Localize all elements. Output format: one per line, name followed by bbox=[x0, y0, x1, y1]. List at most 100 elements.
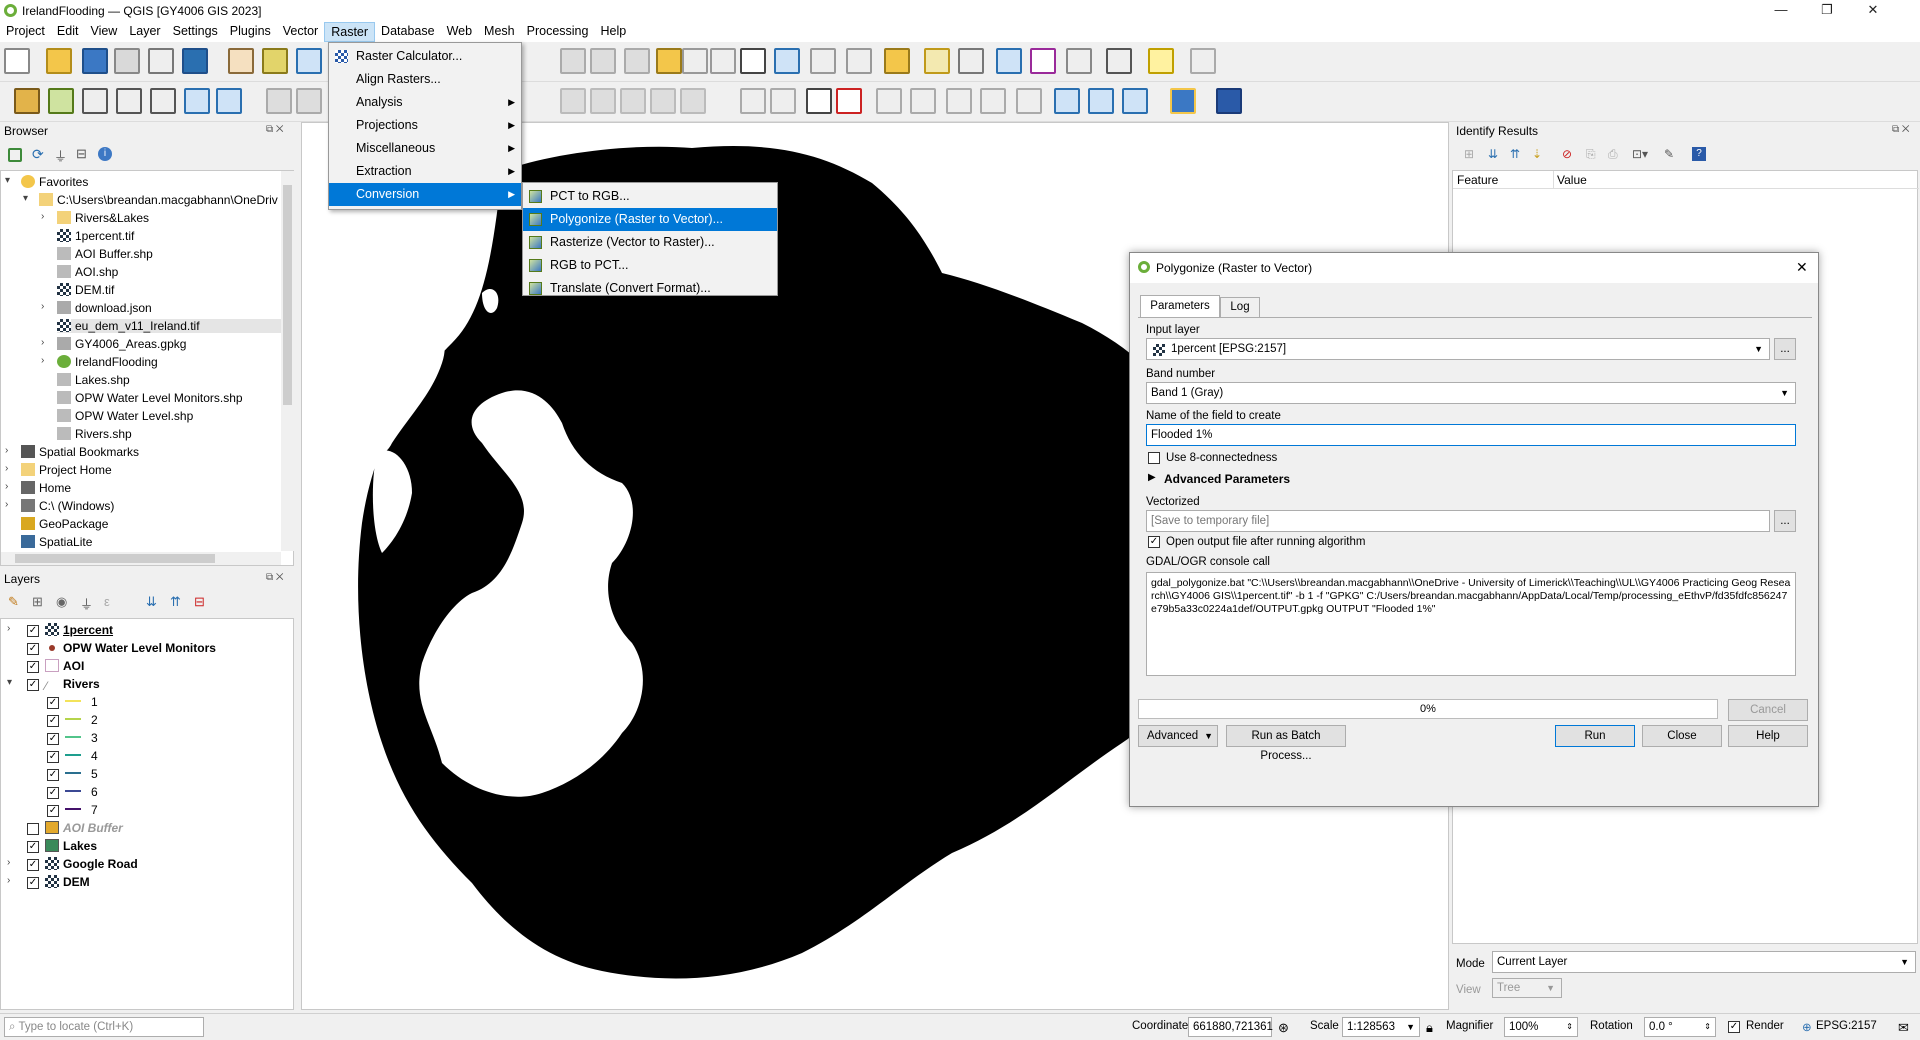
run-button[interactable]: Run bbox=[1555, 725, 1635, 747]
conversion-menu-item[interactable]: Rasterize (Vector to Raster)... bbox=[523, 231, 777, 254]
locator-input[interactable]: ⌕ Type to locate (Ctrl+K) bbox=[4, 1017, 204, 1037]
layer-visibility-checkbox[interactable]: ✓ bbox=[47, 715, 59, 727]
browser-item[interactable]: eu_dem_v11_Ireland.tif bbox=[57, 319, 281, 333]
add-raster-icon[interactable] bbox=[48, 88, 74, 114]
layer-visibility-checkbox[interactable]: ✓ bbox=[47, 733, 59, 745]
new-map-view-icon[interactable] bbox=[710, 48, 736, 74]
eye-icon[interactable]: ◉ bbox=[56, 594, 67, 610]
clear-results-icon[interactable]: ⊘ bbox=[1562, 147, 1572, 161]
advanced-parameters-toggle[interactable]: Advanced Parameters bbox=[1164, 472, 1290, 486]
new-project-icon[interactable] bbox=[4, 48, 30, 74]
browser-item[interactable]: Favorites bbox=[21, 175, 88, 189]
browser-item[interactable]: Rivers.shp bbox=[57, 427, 132, 441]
tab-parameters[interactable]: Parameters bbox=[1140, 295, 1220, 317]
browser-item[interactable]: AOI Buffer.shp bbox=[57, 247, 153, 261]
wms-globe-icon[interactable] bbox=[1122, 88, 1148, 114]
browser-item[interactable]: OPW Water Level Monitors.shp bbox=[57, 391, 243, 405]
filter-expression-icon[interactable]: ε bbox=[104, 594, 110, 609]
tree-expander-icon[interactable]: › bbox=[41, 301, 44, 312]
layer-visibility-checkbox[interactable]: ✓ bbox=[27, 661, 39, 673]
measure-icon[interactable] bbox=[1106, 48, 1132, 74]
browser-item[interactable]: Spatial Bookmarks bbox=[21, 445, 139, 459]
close-window-button[interactable]: ✕ bbox=[1850, 0, 1896, 22]
zoom-next-icon[interactable] bbox=[682, 48, 708, 74]
zoom-selection-icon[interactable] bbox=[624, 48, 650, 74]
raster-menu-item[interactable]: Align Rasters... bbox=[329, 68, 521, 91]
raster-menu-item[interactable]: Analysis ▶ bbox=[329, 91, 521, 114]
layer-visibility-checkbox[interactable]: ✓ bbox=[47, 787, 59, 799]
edit-icon[interactable] bbox=[266, 88, 292, 114]
raster-menu-item[interactable]: Conversion ▶ bbox=[329, 183, 521, 206]
layer-expander-icon[interactable]: ▾ bbox=[7, 677, 12, 688]
style-icon[interactable]: ✎ bbox=[8, 594, 19, 610]
help-button[interactable]: Help bbox=[1728, 725, 1808, 747]
browser-item[interactable]: 1percent.tif bbox=[57, 229, 134, 243]
tree-expander-icon[interactable]: › bbox=[5, 481, 8, 492]
temporal-icon[interactable] bbox=[740, 48, 766, 74]
print-layout-icon[interactable] bbox=[148, 48, 174, 74]
zoom-last-icon[interactable] bbox=[656, 48, 682, 74]
layer-item[interactable]: AOI Buffer bbox=[45, 821, 123, 835]
magnifier-field[interactable]: 100% ⇕ bbox=[1504, 1017, 1578, 1037]
tree-expander-icon[interactable]: › bbox=[5, 463, 8, 474]
add-csv-icon[interactable] bbox=[216, 88, 242, 114]
browser-vertical-scrollbar[interactable] bbox=[281, 171, 294, 551]
expand-tree-icon[interactable]: ⊞ bbox=[1464, 147, 1474, 161]
collapse-all-layers-icon[interactable]: ⇈ bbox=[170, 594, 181, 610]
field-name-input[interactable]: Flooded 1% bbox=[1146, 424, 1796, 446]
conversion-menu-item[interactable]: PCT to RGB... bbox=[523, 185, 777, 208]
layer-visibility-checkbox[interactable]: ✓ bbox=[27, 859, 39, 871]
help-icon[interactable]: ? bbox=[1692, 147, 1706, 161]
browser-item[interactable]: OPW Water Level.shp bbox=[57, 409, 193, 423]
label-rule-icon[interactable] bbox=[770, 88, 796, 114]
layer-visibility-checkbox[interactable]: ✓ bbox=[27, 625, 39, 637]
add-group-icon[interactable]: ⊞ bbox=[32, 594, 43, 610]
close-button[interactable]: Close bbox=[1642, 725, 1722, 747]
panel-float-close-icon[interactable]: ⧉ ✕ bbox=[1892, 124, 1910, 135]
expand-new-icon[interactable]: ⇣ bbox=[1532, 147, 1542, 161]
refresh-icon[interactable] bbox=[774, 48, 800, 74]
zoom-in-icon[interactable] bbox=[296, 48, 322, 74]
tree-expander-icon[interactable]: ▾ bbox=[23, 193, 28, 204]
browser-item[interactable]: Project Home bbox=[21, 463, 112, 477]
label-abc-icon[interactable] bbox=[806, 88, 832, 114]
render-checkbox[interactable]: ✓ bbox=[1728, 1021, 1740, 1033]
menu-view[interactable]: View bbox=[84, 22, 123, 42]
raster-menu-item[interactable]: Extraction ▶ bbox=[329, 160, 521, 183]
copy-icon[interactable] bbox=[590, 88, 616, 114]
layer-visibility-checkbox[interactable]: ✓ bbox=[47, 697, 59, 709]
remove-layer-icon[interactable]: ⊟ bbox=[194, 594, 205, 610]
map-tips-icon[interactable] bbox=[1148, 48, 1174, 74]
add-text-icon[interactable] bbox=[116, 88, 142, 114]
menu-layer[interactable]: Layer bbox=[123, 22, 166, 42]
menu-settings[interactable]: Settings bbox=[167, 22, 224, 42]
scale-field[interactable]: 1:128563 ▼ bbox=[1342, 1017, 1420, 1037]
menu-web[interactable]: Web bbox=[441, 22, 478, 42]
raster-menu-item[interactable]: Miscellaneous ▶ bbox=[329, 137, 521, 160]
zoom-layer-icon[interactable] bbox=[590, 48, 616, 74]
layer-expander-icon[interactable]: › bbox=[7, 857, 10, 868]
label-move-icon[interactable] bbox=[946, 88, 972, 114]
add-vector-icon[interactable] bbox=[14, 88, 40, 114]
maximize-button[interactable]: ❐ bbox=[1804, 0, 1850, 22]
crs-button[interactable]: EPSG:2157 bbox=[1816, 1020, 1877, 1032]
mode-select[interactable]: Current Layer ▼ bbox=[1492, 951, 1916, 973]
layer-item[interactable]: 1 bbox=[65, 695, 98, 709]
label-rotate-icon[interactable] bbox=[980, 88, 1006, 114]
layer-item[interactable]: OPW Water Level Monitors bbox=[45, 641, 216, 655]
select-location-icon[interactable] bbox=[884, 48, 910, 74]
metasearch-icon[interactable] bbox=[1054, 88, 1080, 114]
layer-visibility-checkbox[interactable]: ✓ bbox=[47, 805, 59, 817]
cut-icon[interactable] bbox=[560, 88, 586, 114]
zoom-full-icon[interactable] bbox=[560, 48, 586, 74]
digitize-icon[interactable] bbox=[82, 88, 108, 114]
browser-item[interactable]: C:\Users\breandan.macgabhann\OneDriv bbox=[39, 193, 278, 207]
view-select[interactable]: Tree ▼ bbox=[1492, 978, 1562, 998]
copy-icon[interactable]: ⎘ bbox=[1586, 147, 1596, 162]
browser-item[interactable]: C:\ (Windows) bbox=[21, 499, 114, 513]
pan-to-selection-icon[interactable] bbox=[262, 48, 288, 74]
tree-expander-icon[interactable]: › bbox=[41, 211, 44, 222]
statistics-icon[interactable] bbox=[1030, 48, 1056, 74]
layer-item[interactable]: ⁄ Rivers bbox=[45, 677, 100, 693]
browser-horizontal-scrollbar[interactable] bbox=[1, 552, 281, 565]
